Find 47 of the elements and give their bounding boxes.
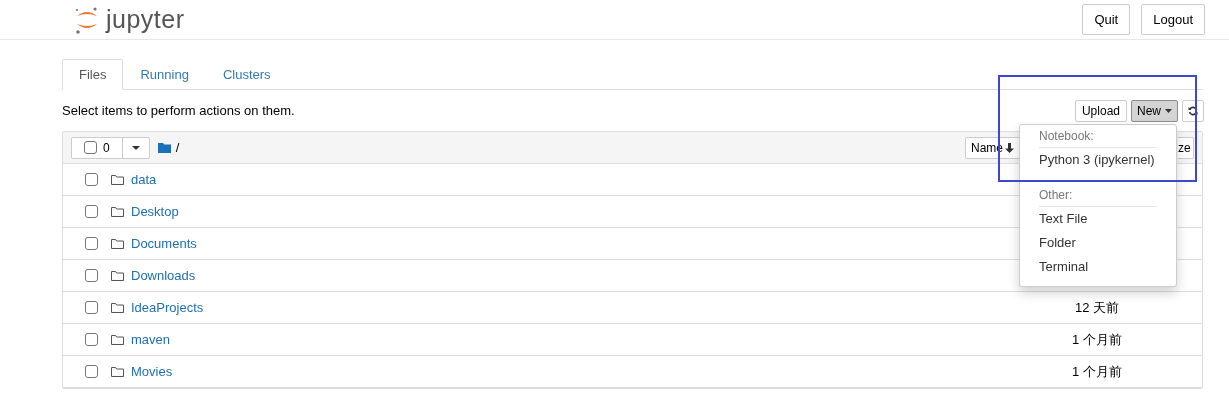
checkbox[interactable] xyxy=(85,205,98,218)
tab[interactable]: Clusters xyxy=(205,59,288,90)
caret-icon xyxy=(1165,108,1172,113)
folder-link[interactable]: Documents xyxy=(131,233,197,254)
folder-link[interactable]: maven xyxy=(131,329,171,350)
checkbox[interactable] xyxy=(85,269,98,282)
checkbox[interactable] xyxy=(85,333,98,346)
folder-icon xyxy=(111,238,124,249)
checkbox[interactable] xyxy=(84,141,97,154)
folder-link[interactable]: Desktop xyxy=(131,201,179,222)
instruction-text: Select items to perform actions on them. xyxy=(62,101,295,120)
folder-icon xyxy=(111,302,124,313)
folder-icon xyxy=(111,334,124,345)
folder-link[interactable]: IdeaProjects xyxy=(131,297,204,318)
menu-item[interactable]: Text File xyxy=(1020,207,1176,231)
size-button[interactable]: ze xyxy=(1178,136,1194,159)
modified-time: 1 个月前 xyxy=(1071,330,1123,349)
down-arrow-icon xyxy=(1005,142,1014,153)
folder-icon xyxy=(157,142,171,153)
upload-button[interactable]: Upload xyxy=(1074,99,1127,122)
tab[interactable]: Running xyxy=(123,59,206,90)
folder-icon xyxy=(111,270,124,281)
path-link[interactable]: / xyxy=(175,137,180,158)
refresh-icon xyxy=(1188,105,1198,116)
quit-button[interactable]: Quit xyxy=(1082,4,1131,35)
checkbox[interactable] xyxy=(85,365,98,378)
modified-time: 1 个月前 xyxy=(1071,362,1123,381)
folder-link[interactable]: Movies xyxy=(131,361,173,382)
tab[interactable]: Files xyxy=(62,59,124,90)
selected-count: 0 xyxy=(103,139,110,157)
checkbox[interactable] xyxy=(85,237,98,250)
checkbox[interactable] xyxy=(85,173,98,186)
folder-link[interactable]: Downloads xyxy=(131,265,196,286)
menu-header: Notebook: xyxy=(1039,127,1157,148)
new-button[interactable]: New xyxy=(1131,99,1178,122)
menu-item[interactable]: Folder xyxy=(1020,231,1176,255)
folder-icon xyxy=(111,174,124,185)
modified-time: 12 天前 xyxy=(1073,298,1121,317)
folder-link[interactable]: data xyxy=(131,169,157,190)
caret-icon xyxy=(131,145,140,150)
folder-icon xyxy=(111,366,124,377)
menu-header: Other: xyxy=(1039,186,1157,207)
checkbox[interactable] xyxy=(85,301,98,314)
logout-button[interactable]: Logout xyxy=(1141,4,1205,35)
refresh-button[interactable] xyxy=(1182,99,1204,122)
logo-text: jupyter xyxy=(106,7,185,32)
folder-icon xyxy=(111,206,124,217)
